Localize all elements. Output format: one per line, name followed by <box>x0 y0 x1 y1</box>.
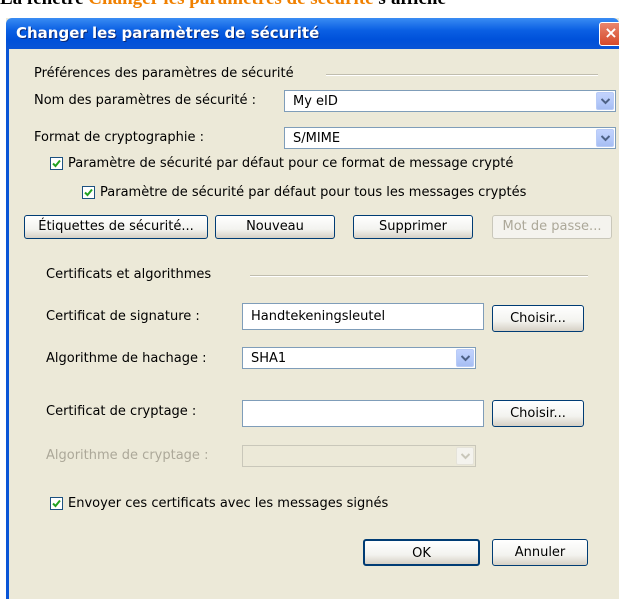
crypto-format-combo[interactable]: S/MIME <box>284 127 616 149</box>
checkmark-icon <box>52 159 61 168</box>
encryption-cert-label: Certificat de cryptage : <box>46 404 197 419</box>
close-icon: × <box>604 23 618 42</box>
window-frame <box>6 49 9 599</box>
ok-button[interactable]: OK <box>363 539 480 566</box>
encryption-algorithm-label: Algorithme de cryptage : <box>46 448 209 463</box>
close-button[interactable]: × <box>599 22 619 46</box>
encryption-cert-field[interactable] <box>242 400 484 427</box>
cancel-button[interactable]: Annuler <box>492 539 588 566</box>
crypto-format-label: Format de cryptographie : <box>34 130 204 145</box>
default-format-checkbox[interactable] <box>50 157 63 170</box>
caption-suffix: s'affiche <box>374 0 446 9</box>
delete-button[interactable]: Supprimer <box>353 215 473 239</box>
caption-prefix: La fenêtre <box>0 0 88 9</box>
chevron-down-icon[interactable] <box>596 92 614 110</box>
default-format-label: Paramètre de sécurité par défaut pour ce… <box>68 156 514 171</box>
title-bar: Changer les paramètres de sécurité × <box>6 18 619 49</box>
choose-signing-cert-button[interactable]: Choisir... <box>492 305 584 332</box>
hash-algorithm-label: Algorithme de hachage : <box>46 351 207 366</box>
settings-name-value: My eID <box>293 94 338 109</box>
hash-algorithm-combo[interactable]: SHA1 <box>242 347 476 369</box>
send-certs-checkbox[interactable] <box>50 497 63 510</box>
send-certs-label: Envoyer ces certificats avec les message… <box>68 496 389 511</box>
prefs-group-divider <box>326 74 598 76</box>
choose-encryption-cert-button[interactable]: Choisir... <box>492 400 584 427</box>
security-labels-button[interactable]: Étiquettes de sécurité... <box>24 215 208 239</box>
certs-group-label: Certificats et algorithmes <box>46 267 212 282</box>
settings-name-combo[interactable]: My eID <box>284 90 616 112</box>
chevron-down-icon[interactable] <box>456 349 474 367</box>
encryption-algorithm-combo[interactable] <box>242 445 476 467</box>
certs-group-divider <box>250 275 588 277</box>
chevron-down-icon[interactable] <box>596 129 614 147</box>
security-settings-dialog: Changer les paramètres de sécurité × Pré… <box>6 18 619 599</box>
chevron-down-icon[interactable] <box>456 447 474 465</box>
settings-name-label: Nom des paramètres de sécurité : <box>34 93 256 108</box>
dialog-title: Changer les paramètres de sécurité <box>16 24 320 42</box>
default-all-label: Paramètre de sécurité par défaut pour to… <box>100 185 527 200</box>
password-button[interactable]: Mot de passe... <box>492 215 612 239</box>
signing-cert-label: Certificat de signature : <box>46 309 200 324</box>
signing-cert-value: Handtekeningsleutel <box>251 309 386 324</box>
hash-algorithm-value: SHA1 <box>251 351 287 366</box>
checkmark-icon <box>52 499 61 508</box>
new-button[interactable]: Nouveau <box>215 215 335 239</box>
signing-cert-field[interactable]: Handtekeningsleutel <box>242 303 484 330</box>
page-caption: La fenêtre Changer les paramètres de séc… <box>0 0 446 9</box>
crypto-format-value: S/MIME <box>293 131 341 146</box>
caption-highlight: Changer les paramètres de sécurité <box>88 0 373 9</box>
prefs-group-label: Préférences des paramètres de sécurité <box>34 66 294 81</box>
default-all-checkbox[interactable] <box>82 186 95 199</box>
checkmark-icon <box>84 188 93 197</box>
